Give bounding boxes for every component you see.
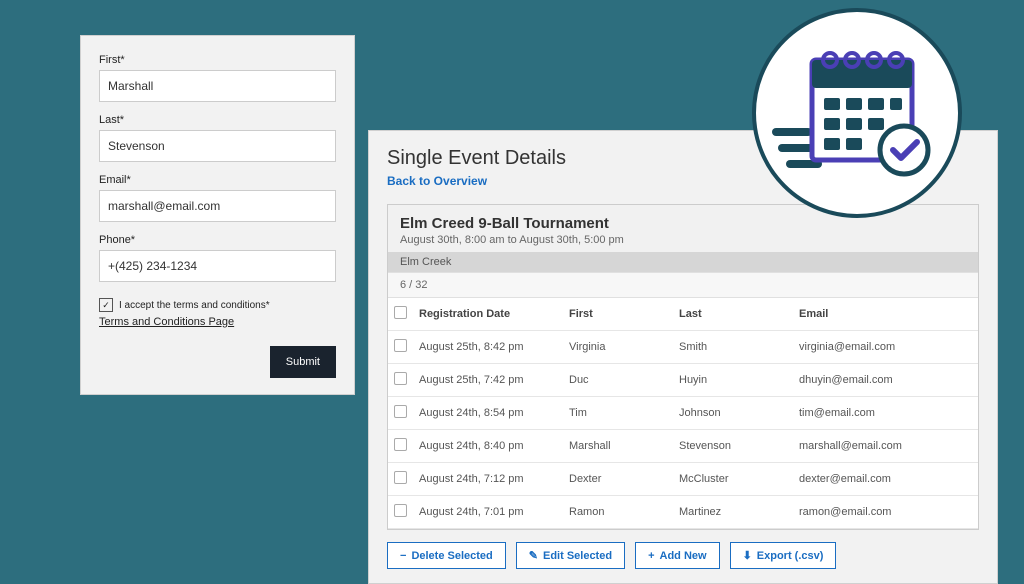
table-row[interactable]: August 25th, 7:42 pmDucHuyindhuyin@email… [388, 364, 978, 397]
table-row[interactable]: August 24th, 7:01 pmRamonMartinezramon@e… [388, 496, 978, 529]
cell-email: tim@email.com [793, 397, 978, 430]
cell-date: August 25th, 7:42 pm [413, 364, 563, 397]
delete-label: Delete Selected [411, 550, 492, 562]
cell-last: Stevenson [673, 430, 793, 463]
registration-form: First* Last* Email* Phone* ✓ I accept th… [80, 35, 355, 395]
event-block: Elm Creed 9-Ball Tournament August 30th,… [387, 204, 979, 530]
cell-last: Martinez [673, 496, 793, 529]
label-phone: Phone* [99, 234, 336, 246]
cell-last: Huyin [673, 364, 793, 397]
cell-first: Tim [563, 397, 673, 430]
export-label: Export (.csv) [757, 550, 824, 562]
add-label: Add New [660, 550, 707, 562]
cell-last: Johnson [673, 397, 793, 430]
cell-date: August 25th, 8:42 pm [413, 331, 563, 364]
cell-email: dhuyin@email.com [793, 364, 978, 397]
cell-email: ramon@email.com [793, 496, 978, 529]
cell-last: Smith [673, 331, 793, 364]
label-first: First* [99, 54, 336, 66]
terms-row: ✓ I accept the terms and conditions* [99, 298, 336, 312]
row-checkbox[interactable] [394, 372, 407, 385]
cell-email: marshall@email.com [793, 430, 978, 463]
col-last[interactable]: Last [673, 298, 793, 331]
cell-email: dexter@email.com [793, 463, 978, 496]
plus-icon: + [648, 550, 654, 562]
select-all-checkbox[interactable] [394, 306, 407, 319]
row-checkbox[interactable] [394, 471, 407, 484]
phone-field[interactable] [99, 250, 336, 282]
calendar-badge [752, 8, 962, 218]
edit-label: Edit Selected [543, 550, 612, 562]
event-time: August 30th, 8:00 am to August 30th, 5:0… [400, 234, 966, 246]
table-actions: − Delete Selected ✎ Edit Selected + Add … [387, 542, 979, 569]
cell-first: Ramon [563, 496, 673, 529]
row-checkbox[interactable] [394, 504, 407, 517]
table-header-row: Registration Date First Last Email [388, 298, 978, 331]
row-checkbox[interactable] [394, 438, 407, 451]
cell-first: Duc [563, 364, 673, 397]
col-email[interactable]: Email [793, 298, 978, 331]
row-checkbox[interactable] [394, 405, 407, 418]
cell-first: Marshall [563, 430, 673, 463]
table-row[interactable]: August 24th, 8:40 pmMarshallStevensonmar… [388, 430, 978, 463]
edit-selected-button[interactable]: ✎ Edit Selected [516, 542, 625, 569]
table-row[interactable]: August 24th, 7:12 pmDexterMcClusterdexte… [388, 463, 978, 496]
col-first[interactable]: First [563, 298, 673, 331]
submit-button[interactable]: Submit [270, 346, 336, 378]
event-venue: Elm Creek [388, 252, 978, 272]
last-name-field[interactable] [99, 130, 336, 162]
label-last: Last* [99, 114, 336, 126]
table-row[interactable]: August 25th, 8:42 pmVirginiaSmithvirgini… [388, 331, 978, 364]
add-new-button[interactable]: + Add New [635, 542, 720, 569]
cell-email: virginia@email.com [793, 331, 978, 364]
registrations-table: Registration Date First Last Email Augus… [388, 298, 978, 529]
event-name: Elm Creed 9-Ball Tournament [400, 215, 966, 232]
cell-first: Dexter [563, 463, 673, 496]
cell-date: August 24th, 8:54 pm [413, 397, 563, 430]
cell-date: August 24th, 7:01 pm [413, 496, 563, 529]
col-registration-date[interactable]: Registration Date [413, 298, 563, 331]
calendar-icon [772, 38, 942, 188]
label-email: Email* [99, 174, 336, 186]
cell-last: McCluster [673, 463, 793, 496]
table-row[interactable]: August 24th, 8:54 pmTimJohnsontim@email.… [388, 397, 978, 430]
edit-icon: ✎ [529, 549, 538, 562]
event-count: 6 / 32 [388, 272, 978, 298]
terms-text: I accept the terms and conditions* [119, 300, 270, 311]
cell-date: August 24th, 8:40 pm [413, 430, 563, 463]
export-csv-button[interactable]: ⬇ Export (.csv) [730, 542, 837, 569]
first-name-field[interactable] [99, 70, 336, 102]
row-checkbox[interactable] [394, 339, 407, 352]
delete-selected-button[interactable]: − Delete Selected [387, 542, 506, 569]
cell-date: August 24th, 7:12 pm [413, 463, 563, 496]
cell-first: Virginia [563, 331, 673, 364]
email-field[interactable] [99, 190, 336, 222]
terms-link[interactable]: Terms and Conditions Page [99, 316, 336, 328]
download-icon: ⬇ [743, 549, 752, 562]
minus-icon: − [400, 550, 406, 562]
terms-checkbox[interactable]: ✓ [99, 298, 113, 312]
